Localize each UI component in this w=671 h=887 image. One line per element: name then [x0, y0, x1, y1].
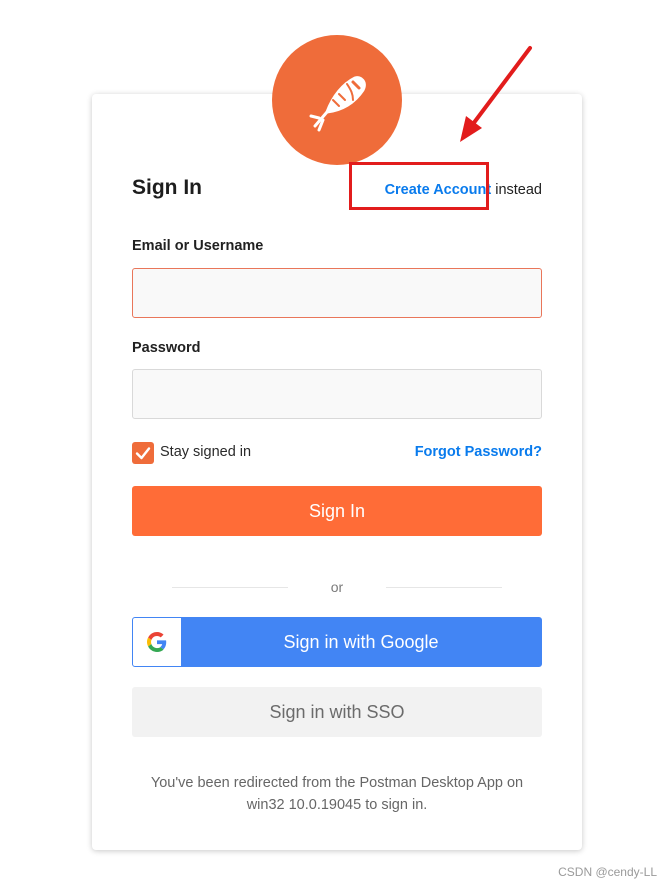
google-logo-icon	[133, 618, 181, 666]
google-button-label: Sign in with Google	[283, 631, 439, 652]
annotation-arrow-icon	[460, 46, 532, 142]
stay-signed-in-checkbox[interactable]	[132, 442, 154, 464]
watermark: CSDN @cendy-LL	[558, 865, 657, 879]
sign-in-card: Sign In Create Account instead Email or …	[92, 94, 582, 850]
page-title: Sign In	[132, 176, 202, 199]
or-divider: or	[172, 578, 502, 598]
postman-astronaut-icon	[309, 76, 366, 132]
instead-text: instead	[495, 182, 542, 198]
checkmark-icon	[135, 447, 151, 460]
google-sign-in-button[interactable]: Sign in with Google	[132, 617, 542, 667]
email-label: Email or Username	[132, 238, 264, 254]
annotation-highlight-box	[349, 162, 489, 210]
password-field[interactable]	[132, 369, 542, 419]
divider-line-right	[386, 587, 502, 588]
redirect-note: You've been redirected from the Postman …	[150, 775, 524, 813]
forgot-password-link[interactable]: Forgot Password?	[415, 444, 542, 460]
stay-signed-in-row: Stay signed in Forgot Password?	[132, 442, 542, 464]
postman-logo	[272, 35, 402, 165]
password-label: Password	[132, 340, 201, 356]
sign-in-button[interactable]: Sign In	[132, 486, 542, 536]
stay-signed-in-label: Stay signed in	[160, 444, 252, 460]
email-field[interactable]	[132, 268, 542, 318]
sso-sign-in-button[interactable]: Sign in with SSO	[132, 687, 542, 737]
